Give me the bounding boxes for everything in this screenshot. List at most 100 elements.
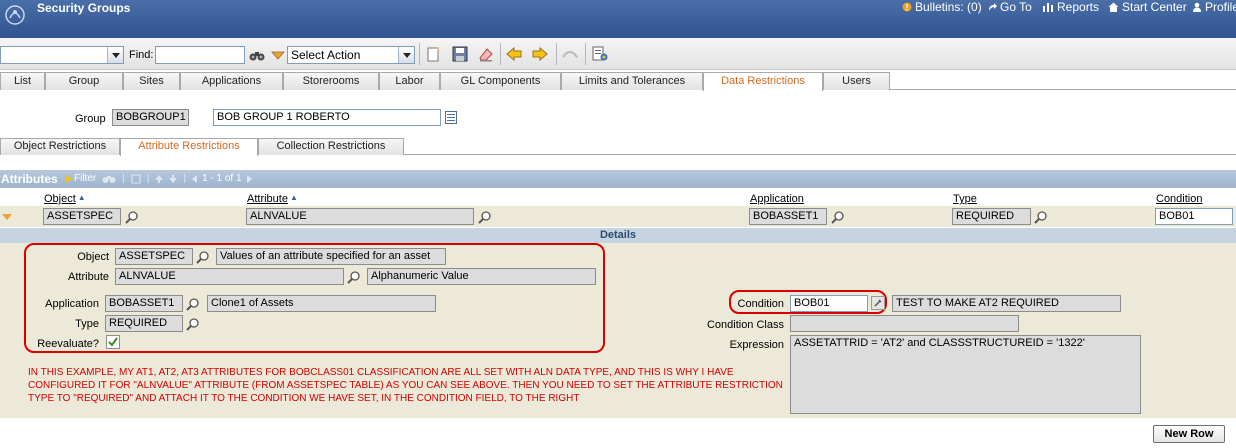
pagination: 1 - 1 of 1 <box>192 173 252 184</box>
profile-label: Profile <box>1205 0 1236 14</box>
search-icon[interactable] <box>125 210 139 224</box>
condition-class-label: Condition Class <box>706 319 784 331</box>
reports-icon <box>1043 3 1053 12</box>
filter-label: Filter <box>74 173 97 184</box>
filter-button[interactable]: Filter <box>66 173 96 184</box>
binoculars-icon[interactable] <box>102 174 116 184</box>
column-header-attribute[interactable]: Attribute ▲ <box>247 193 298 205</box>
attributes-table-bar: Attributes Filter | | | 1 - 1 of 1 <box>0 170 1236 188</box>
search-select[interactable] <box>0 46 124 64</box>
reevaluate-checkbox[interactable] <box>106 335 120 349</box>
previous-record-icon[interactable] <box>505 45 523 63</box>
column-header-condition[interactable]: Condition <box>1156 193 1202 205</box>
clear-changes-icon[interactable] <box>477 45 495 63</box>
filter-arrow-icon <box>66 174 72 183</box>
search-icon[interactable] <box>831 210 845 224</box>
long-description-icon[interactable] <box>445 111 457 124</box>
select-action-value: Select Action <box>291 48 361 62</box>
start-center-label: Start Center <box>1122 0 1187 14</box>
condition-class-field <box>790 315 1019 332</box>
row-application-field: BOBASSET1 <box>749 208 827 225</box>
find-input[interactable] <box>155 46 245 64</box>
next-page-icon[interactable] <box>244 174 252 183</box>
type-label: Type <box>75 318 99 330</box>
checkmark-icon <box>108 337 118 347</box>
tab-object-restrictions[interactable]: Object Restrictions <box>0 138 120 155</box>
tab-sites[interactable]: Sites <box>123 72 180 90</box>
row-expand-toggle-icon[interactable] <box>2 214 12 220</box>
chevron-down-icon[interactable] <box>398 47 414 63</box>
tab-users[interactable]: Users <box>823 72 890 90</box>
application-field: BOBASSET1 <box>105 295 183 312</box>
tab-labor[interactable]: Labor <box>379 72 440 90</box>
row-condition-field[interactable]: BOB01 <box>1155 208 1233 225</box>
chevron-down-icon[interactable] <box>107 47 123 63</box>
save-icon[interactable] <box>451 45 469 63</box>
home-icon <box>1108 2 1119 12</box>
goto-arrow-icon <box>989 3 997 11</box>
detail-menu-icon[interactable] <box>871 296 885 310</box>
bulletins-link[interactable]: Bulletins: (0) <box>902 0 982 14</box>
table-row[interactable]: ASSETSPEC ALNVALUE BOBASSET1 REQUIRED BO… <box>0 206 1236 227</box>
condition-label: Condition <box>737 298 784 310</box>
tab-data-restrictions[interactable]: Data Restrictions <box>703 72 823 91</box>
sort-up-icon[interactable] <box>155 174 164 184</box>
pagination-label: 1 - 1 of 1 <box>202 173 242 184</box>
select-action-dropdown[interactable]: Select Action <box>287 46 415 64</box>
reevaluate-label: Reevaluate? <box>37 338 99 350</box>
action-arrow-icon <box>271 51 285 60</box>
object-description-field: Values of an attribute specified for an … <box>216 248 446 265</box>
condition-description-field: TEST TO MAKE AT2 REQUIRED <box>892 295 1121 312</box>
binoculars-icon[interactable] <box>248 46 266 64</box>
attribute-label: Attribute <box>68 271 109 283</box>
column-header-type[interactable]: Type <box>953 193 977 205</box>
title-bar: Security Groups Bulletins: (0) Go To Rep… <box>0 0 1236 38</box>
new-row-button[interactable]: New Row <box>1153 425 1225 443</box>
sort-icon: ▲ <box>289 193 298 202</box>
tab-applications[interactable]: Applications <box>180 72 283 90</box>
tab-storerooms[interactable]: Storerooms <box>283 72 379 90</box>
tab-attribute-restrictions[interactable]: Attribute Restrictions <box>120 138 258 156</box>
goto-link[interactable]: Go To <box>987 0 1032 14</box>
attribute-field: ALNVALUE <box>115 268 344 285</box>
group-report-icon[interactable] <box>591 45 609 63</box>
column-header-application[interactable]: Application <box>750 193 804 205</box>
previous-page-icon[interactable] <box>192 174 200 183</box>
row-attribute-field: ALNVALUE <box>246 208 474 225</box>
search-icon[interactable] <box>1034 210 1048 224</box>
start-center-link[interactable]: Start Center <box>1108 0 1187 14</box>
group-description-field[interactable]: BOB GROUP 1 ROBERTO <box>213 109 441 126</box>
column-header-object[interactable]: Object ▲ <box>44 193 86 205</box>
toolbar-divider: | <box>183 173 187 184</box>
row-object-field: ASSETSPEC <box>43 208 121 225</box>
search-icon[interactable] <box>186 317 200 331</box>
reports-link[interactable]: Reports <box>1042 0 1099 14</box>
toolbar-divider: | <box>122 173 125 184</box>
profile-link[interactable]: Profile <box>1192 0 1236 14</box>
search-icon[interactable] <box>196 250 210 264</box>
row-type-field: REQUIRED <box>952 208 1031 225</box>
goto-label: Go To <box>1000 0 1032 14</box>
tab-limits-and-tolerances[interactable]: Limits and Tolerances <box>561 72 703 90</box>
tab-collection-restrictions[interactable]: Collection Restrictions <box>258 138 404 155</box>
tab-group[interactable]: Group <box>45 72 123 90</box>
tab-list[interactable]: List <box>0 72 45 90</box>
application-description-field: Clone1 of Assets <box>207 295 436 312</box>
sort-down-icon[interactable] <box>169 174 178 184</box>
user-icon <box>1193 2 1201 12</box>
group-label: Group <box>75 113 106 125</box>
next-record-icon[interactable] <box>531 45 549 63</box>
search-icon[interactable] <box>186 297 200 311</box>
new-record-icon[interactable] <box>424 45 442 63</box>
attribute-description-field: Alphanumeric Value <box>367 268 596 285</box>
reports-label: Reports <box>1057 0 1100 14</box>
condition-field[interactable]: BOB01 <box>790 295 868 312</box>
search-icon[interactable] <box>347 270 361 284</box>
application-label: Application <box>45 298 99 310</box>
details-section-header: Details <box>0 228 1236 243</box>
toolbar: Find: Select Action <box>0 38 1236 70</box>
clear-filter-icon[interactable] <box>131 174 141 184</box>
search-icon[interactable] <box>478 210 492 224</box>
route-workflow-icon[interactable] <box>561 45 579 63</box>
tab-gl-components[interactable]: GL Components <box>440 72 561 90</box>
